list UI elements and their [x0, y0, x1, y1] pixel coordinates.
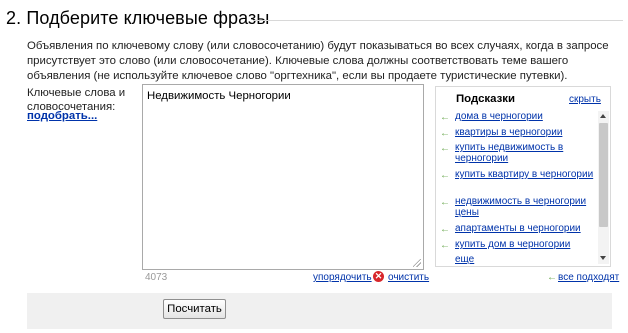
add-arrow-icon[interactable]: ←	[440, 128, 450, 139]
action-bar	[27, 293, 612, 329]
add-all-arrow-icon[interactable]: ←	[547, 272, 557, 283]
sort-keywords-link[interactable]: упорядочить	[313, 272, 372, 283]
add-arrow-icon[interactable]: ←	[440, 224, 450, 235]
hints-title: Подсказки	[456, 93, 515, 105]
add-arrow-icon[interactable]: ←	[440, 112, 450, 123]
keywords-textarea[interactable]: Недвижимость Черногории	[142, 84, 424, 270]
hints-list: ← дома в черногории ← квартиры в черного…	[440, 111, 600, 266]
scroll-thumb[interactable]	[599, 123, 608, 227]
hints-panel: Подсказки скрыть ← дома в черногории ← к…	[435, 86, 611, 267]
character-count: 4073	[145, 272, 168, 283]
scroll-up-icon[interactable]	[600, 114, 606, 118]
clear-keywords-link[interactable]: очистить	[388, 272, 429, 283]
hint-item-label[interactable]: квартиры в черногории	[455, 127, 595, 138]
scroll-down-icon[interactable]	[600, 256, 606, 260]
title-divider	[253, 20, 623, 21]
hide-hints-link[interactable]: скрыть	[569, 94, 601, 105]
keywords-textarea-value: Недвижимость Черногории	[147, 90, 291, 102]
section-title: 2. Подберите ключевые фразы	[6, 8, 270, 28]
pick-keywords-link[interactable]: подобрать...	[27, 110, 97, 122]
add-arrow-icon[interactable]: ←	[440, 240, 450, 251]
hint-item-label[interactable]: дома в черногории	[455, 111, 595, 122]
hints-scrollbar[interactable]	[598, 111, 609, 264]
resize-grip-icon[interactable]	[413, 259, 421, 267]
hint-item-label[interactable]: апартаменты в черногории	[455, 223, 595, 234]
add-arrow-icon[interactable]: ←	[440, 170, 450, 181]
section-description: Объявления по ключевому слову (или слово…	[27, 40, 609, 82]
all-fit-link[interactable]: все подходят	[558, 272, 619, 283]
calculate-button[interactable]: Посчитать	[163, 299, 226, 319]
section-header: 2. Подберите ключевые фразы	[6, 4, 623, 32]
add-arrow-icon[interactable]: ←	[440, 197, 450, 208]
hint-item-label[interactable]: купить недвижимость в черногории	[455, 142, 595, 164]
hint-item-label[interactable]: недвижимость в черногории цены	[455, 196, 595, 218]
clear-icon[interactable]: ✕	[373, 271, 384, 282]
more-hints-link[interactable]: еще	[455, 254, 595, 265]
add-arrow-icon[interactable]: ←	[440, 143, 450, 154]
hint-item-label[interactable]: купить квартиру в черногории	[455, 169, 595, 180]
hint-item-label[interactable]: купить дом в черногории	[455, 239, 595, 250]
